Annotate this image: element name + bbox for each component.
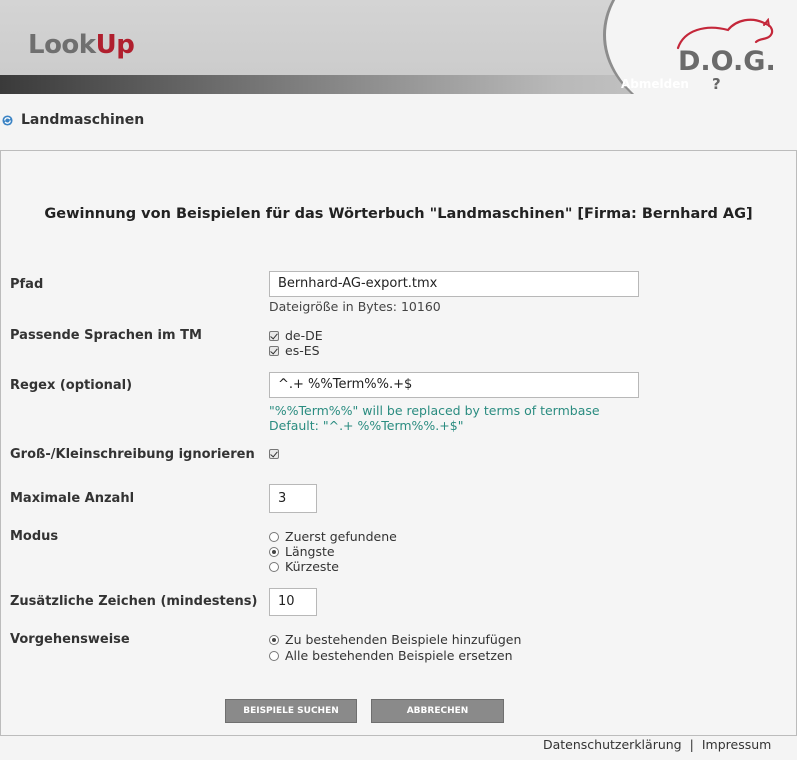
mode-shortest-label: Kürzeste <box>285 559 339 574</box>
languages-label: Passende Sprachen im TM <box>10 328 202 343</box>
language-es-checkbox[interactable] <box>269 345 279 356</box>
refresh-icon[interactable] <box>2 114 13 126</box>
procedure-add-radio[interactable] <box>269 634 279 645</box>
footer: Datenschutzerklärung | Impressum <box>543 737 771 752</box>
mode-longest-radio[interactable] <box>269 546 279 557</box>
dog-logo: D.O.G. <box>676 18 776 76</box>
max-count-label: Maximale Anzahl <box>10 491 135 506</box>
mode-option-shortest[interactable]: Kürzeste <box>269 559 339 574</box>
page-title: Landmaschinen <box>0 112 144 128</box>
max-count-input[interactable]: 3 <box>269 484 317 513</box>
extra-chars-input[interactable]: 10 <box>269 588 317 616</box>
ignore-case-checkbox[interactable] <box>269 448 279 459</box>
mode-first-label: Zuerst gefundene <box>285 529 397 544</box>
procedure-option-replace[interactable]: Alle bestehenden Beispiele ersetzen <box>269 648 513 663</box>
language-de-label: de-DE <box>285 328 323 343</box>
mode-label: Modus <box>10 529 59 544</box>
procedure-label: Vorgehensweise <box>10 632 130 647</box>
ignore-case-option[interactable] <box>269 446 285 461</box>
regex-input[interactable]: ^.+ %%Term%%.+$ <box>269 372 639 398</box>
language-option-de[interactable]: de-DE <box>269 328 323 343</box>
mode-longest-label: Längste <box>285 544 335 559</box>
cancel-button[interactable]: ABBRECHEN <box>371 699 504 723</box>
mode-option-longest[interactable]: Längste <box>269 544 335 559</box>
path-input[interactable]: Bernhard-AG-export.tmx <box>269 271 639 297</box>
language-de-checkbox[interactable] <box>269 330 279 341</box>
form-heading: Gewinnung von Beispielen für das Wörterb… <box>44 206 753 222</box>
mode-option-first[interactable]: Zuerst gefundene <box>269 529 397 544</box>
footer-separator: | <box>689 737 694 752</box>
path-label: Pfad <box>10 277 44 292</box>
regex-default-hint: Default: "^.+ %%Term%%.+$" <box>269 418 464 433</box>
regex-label: Regex (optional) <box>10 378 133 393</box>
page-title-text: Landmaschinen <box>21 112 145 128</box>
extra-chars-label: Zusätzliche Zeichen (mindestens) <box>10 594 258 609</box>
search-examples-button[interactable]: BEISPIELE SUCHEN <box>225 699 357 723</box>
procedure-replace-label: Alle bestehenden Beispiele ersetzen <box>285 648 513 663</box>
dog-logo-text: D.O.G. <box>678 46 776 76</box>
regex-hint: "%%Term%%" will be replaced by terms of … <box>269 403 600 418</box>
lookup-logo[interactable]: LookUp <box>28 30 135 60</box>
privacy-link[interactable]: Datenschutzerklärung <box>543 737 682 752</box>
procedure-add-label: Zu bestehenden Beispiele hinzufügen <box>285 632 522 647</box>
ignore-case-label: Groß-/Kleinschreibung ignorieren <box>10 447 255 462</box>
imprint-link[interactable]: Impressum <box>702 737 771 752</box>
file-size-text: Dateigröße in Bytes: 10160 <box>269 299 441 314</box>
procedure-replace-radio[interactable] <box>269 650 279 661</box>
mode-shortest-radio[interactable] <box>269 561 279 572</box>
procedure-option-add[interactable]: Zu bestehenden Beispiele hinzufügen <box>269 632 521 647</box>
language-option-es[interactable]: es-ES <box>269 343 320 358</box>
app-header: LookUp D.O.G. Abmelden ? <box>0 0 797 94</box>
mode-first-radio[interactable] <box>269 531 279 542</box>
help-icon[interactable]: ? <box>712 75 721 93</box>
logout-link[interactable]: Abmelden <box>621 77 689 91</box>
language-es-label: es-ES <box>285 343 320 358</box>
